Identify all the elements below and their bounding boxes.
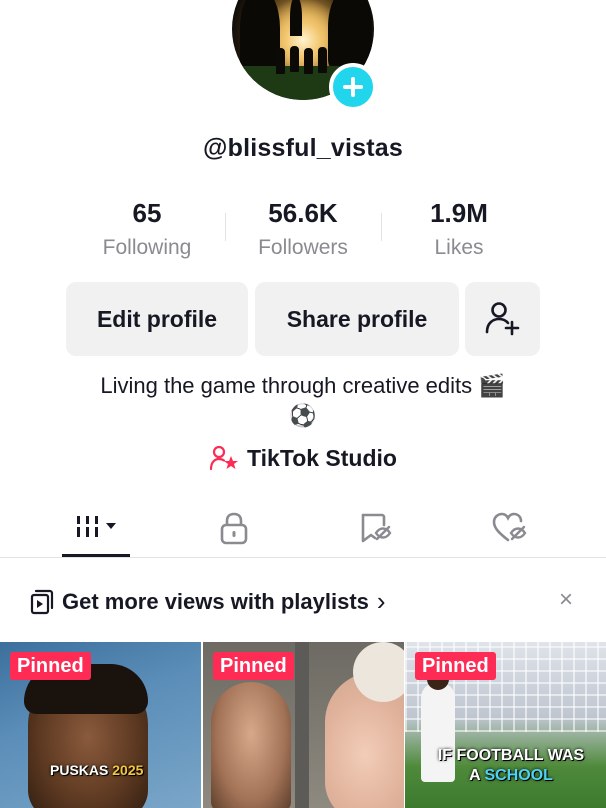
edit-profile-button[interactable]: Edit profile [66,282,248,356]
avatar-player [304,48,313,74]
close-icon[interactable]: × [554,586,578,614]
video-caption: IF FOOTBALL WAS A SCHOOL [421,746,601,786]
video-caption: PUSKAS 2025 [50,762,143,778]
woman-hair [353,642,404,702]
stat-likes-label: Likes [434,236,484,259]
video-caption-word: SCHOOL [484,767,553,784]
avatar-tree [240,0,280,68]
tab-private[interactable] [206,500,262,556]
pinned-badge: Pinned [213,652,294,680]
grid-icon [77,516,116,537]
repost-icon [361,513,392,543]
avatar-trophy [290,0,302,36]
video-thumbnail[interactable]: Pinned IF FOOTBALL WAS A SCHOOL [405,642,606,808]
playlist-icon [30,589,54,614]
plus-icon [343,77,363,97]
pinned-badge: Pinned [10,652,91,680]
video-thumbnail[interactable]: Pinned [203,642,404,808]
bio-line: Living the game through creative edits 🎬 [100,373,506,398]
stat-followers-label: Followers [258,236,348,259]
add-friend-button[interactable] [465,282,540,356]
avatar-player [318,47,327,73]
tab-reposts[interactable] [348,500,404,556]
share-profile-button[interactable]: Share profile [255,282,459,356]
post-bar [295,642,309,808]
stat-following[interactable]: 65 Following [67,198,227,260]
add-friend-icon [485,302,519,336]
video-caption-text: PUSKAS [50,762,109,778]
add-avatar-button[interactable] [329,63,377,111]
stat-followers[interactable]: 56.6K Followers [223,198,383,260]
stat-followers-value: 56.6K [268,198,338,228]
liked-icon [492,512,527,542]
profile-tabs [0,500,606,558]
lock-icon [220,512,248,545]
pinned-badge: Pinned [415,652,496,680]
bio: Living the game through creative edits 🎬… [0,371,606,431]
stat-following-value: 65 [132,198,162,228]
username: @blissful_vistas [203,134,403,162]
chevron-right-icon: › [376,586,386,616]
avatar-player [290,46,299,72]
playlist-banner-link[interactable]: Get more views with playlists › [30,586,386,617]
video-caption-line: A SCHOOL [421,766,601,786]
stat-likes[interactable]: 1.9M Likes [379,198,539,260]
studio-person-star-icon [209,445,239,471]
video-caption-line: IF FOOTBALL WAS [437,747,585,764]
child-face [211,682,291,808]
video-caption-word: A [469,767,481,784]
tab-liked[interactable] [482,500,538,556]
playlist-banner-text: Get more views with playlists [62,588,369,614]
bio-line: ⚽ [289,403,317,428]
tabs-divider [0,557,606,558]
avatar-tree [328,0,372,68]
tiktok-studio-label: TikTok Studio [247,444,397,471]
video-thumbnail[interactable]: Pinned PUSKAS 2025 [0,642,201,808]
avatar-player [276,48,285,74]
tiktok-studio-link[interactable]: TikTok Studio [0,444,606,472]
stat-following-label: Following [102,236,192,259]
stat-likes-value: 1.9M [430,198,488,228]
video-caption-year: 2025 [112,762,144,778]
tab-videos[interactable] [62,500,130,556]
